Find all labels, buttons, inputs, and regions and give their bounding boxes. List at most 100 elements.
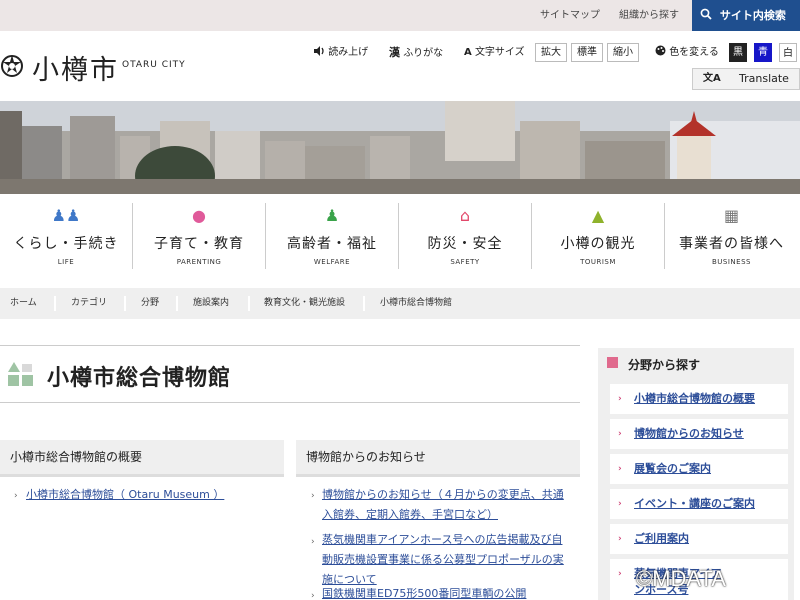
news-link[interactable]: 国鉄機関車ED75形500番同型車輌の公開 [322, 588, 568, 600]
chevron-right-icon: › [618, 569, 622, 579]
elder-walking-icon: ♟ [324, 206, 340, 225]
nav-item-label-en: BUSINESS [712, 258, 751, 266]
house-shield-icon: ⌂ [459, 206, 471, 225]
sitemap-link[interactable]: サイトマップ [540, 0, 600, 31]
sidebar-heading: 分野から探す [628, 358, 701, 372]
top-utility-bar: サイトマップ 組織から探す サイト内検索 [0, 0, 800, 31]
sidebar-item-exhibitions[interactable]: › 展覧会のご案内 [610, 454, 788, 484]
search-icon [700, 8, 716, 22]
sidebar-item-label: 展覧会のご案内 [634, 462, 711, 475]
text-size-small-button[interactable]: 縮小 [607, 43, 639, 62]
family-icon: ♟♟ [51, 206, 81, 225]
change-color-label: 色を変える [669, 47, 719, 58]
color-blue-button[interactable]: 青 [754, 43, 772, 62]
news-overflow-clip: › 国鉄機関車ED75形500番同型車輌の公開 [296, 588, 580, 600]
news-heading: 博物館からのお知らせ [296, 440, 580, 477]
site-search-button[interactable]: サイト内検索 [692, 0, 800, 31]
nav-item-welfare[interactable]: ♟ 高齢者・福祉 WELFARE [266, 203, 399, 269]
chevron-right-icon: › [618, 464, 622, 474]
chevron-right-icon: › [618, 429, 622, 439]
site-search-label: サイト内検索 [719, 9, 786, 22]
city-name-logo[interactable]: 小樽市 [32, 48, 119, 87]
chevron-right-icon: › [618, 534, 622, 544]
sidebar-item-overview[interactable]: › 小樽市総合博物館の概要 [610, 384, 788, 414]
breadcrumb-current: 小樽市総合博物館 [380, 298, 453, 308]
sidebar-item-news[interactable]: › 博物館からのお知らせ [610, 419, 788, 449]
sidebar-item-events[interactable]: › イベント・講座のご案内 [610, 489, 788, 519]
furigana-button[interactable]: 漢 ふりがな [389, 44, 443, 62]
furigana-icon: 漢 [389, 46, 400, 59]
sidebar-item-label: ご利用案内 [634, 532, 689, 545]
chevron-right-icon: › [618, 499, 622, 509]
heading-marker-icon [607, 357, 618, 368]
search-by-org-link[interactable]: 組織から探す [619, 0, 679, 31]
translate-button[interactable]: 文A Translate [692, 68, 800, 90]
change-color-label-group: 色を変える [655, 44, 719, 62]
news-link[interactable]: 博物館からのお知らせ（４月からの変更点、共通入館券、定期入館券、手宮口など） [322, 485, 568, 525]
global-nav: ♟♟ くらし・手続き LIFE ● 子育て・教育 PARENTING ♟ 高齢者… [0, 203, 800, 269]
nav-item-label: くらし・手続き [13, 236, 119, 252]
building-icon: ▦ [723, 206, 740, 225]
page-title: 小樽市総合博物館 [47, 366, 232, 391]
color-white-button[interactable]: 白 [779, 43, 797, 62]
nav-item-label: 防災・安全 [427, 236, 503, 252]
sidebar-item-label: 博物館からのお知らせ [634, 427, 744, 440]
nav-item-label-en: PARENTING [176, 258, 222, 266]
nav-item-parenting[interactable]: ● 子育て・教育 PARENTING [133, 203, 266, 269]
text-size-label-group: A 文字サイズ [464, 44, 525, 62]
breadcrumb: ホーム カテゴリ 分野 施設案内 教育文化・観光施設 小樽市総合博物館 [0, 288, 800, 319]
read-aloud-label: 読み上げ [328, 47, 369, 58]
palette-icon [655, 45, 669, 58]
stroller-icon: ● [192, 206, 206, 225]
chevron-right-icon: › [14, 491, 18, 501]
nav-item-label: 子育て・教育 [154, 236, 244, 252]
breadcrumb-separator [238, 296, 250, 311]
breadcrumb-category[interactable]: カテゴリ [71, 288, 107, 319]
watermark: ©MDATA [636, 566, 726, 591]
chevron-right-icon: › [618, 394, 622, 404]
breadcrumb-education-tourism[interactable]: 教育文化・観光施設 [264, 288, 345, 319]
chevron-right-icon: › [311, 491, 315, 501]
nav-item-label: 高齢者・福祉 [287, 236, 377, 252]
nav-item-safety[interactable]: ⌂ 防災・安全 SAFETY [399, 203, 532, 269]
overview-link[interactable]: 小樽市総合博物館（ Otaru Museum ） [26, 485, 276, 505]
text-size-standard-button[interactable]: 標準 [571, 43, 603, 62]
text-size-large-button[interactable]: 拡大 [535, 43, 567, 62]
breadcrumb-separator [166, 296, 178, 311]
nav-item-label-en: SAFETY [450, 258, 480, 266]
furigana-label: ふりがな [403, 48, 444, 59]
gaslamp-icon: ▲ [591, 206, 605, 225]
nav-item-business[interactable]: ▦ 事業者の皆様へ BUSINESS [665, 203, 798, 269]
breadcrumb-home[interactable]: ホーム [10, 288, 37, 319]
breadcrumb-facility-guide[interactable]: 施設案内 [193, 288, 229, 319]
breadcrumb-separator [114, 296, 126, 311]
nav-item-life[interactable]: ♟♟ くらし・手続き LIFE [0, 203, 133, 269]
text-size-icon: A [464, 47, 472, 58]
nav-item-label: 小樽の観光 [560, 236, 636, 252]
city-emblem-icon[interactable] [0, 52, 24, 80]
text-size-label: 文字サイズ [474, 47, 525, 58]
read-aloud-button[interactable]: 読み上げ [314, 44, 368, 62]
nav-item-label-en: TOURISM [580, 258, 616, 266]
sidebar-item-usage[interactable]: › ご利用案内 [610, 524, 788, 554]
translate-label: Translate [739, 72, 789, 85]
chevron-right-icon: › [311, 537, 315, 547]
speaker-icon [314, 46, 328, 58]
sidebar-item-label: イベント・講座のご案内 [634, 497, 755, 510]
nav-item-label: 事業者の皆様へ [679, 236, 784, 252]
chevron-right-icon: › [311, 591, 315, 600]
overview-heading: 小樽市総合博物館の概要 [0, 440, 284, 477]
news-link[interactable]: 蒸気機関車アイアンホース号への広告掲載及び自動販売機設置事業に係る公募型プロポー… [322, 530, 568, 590]
sidebar-item-label: 小樽市総合博物館の概要 [634, 392, 755, 405]
hero-city-photo [0, 101, 800, 194]
nav-item-label-en: LIFE [57, 258, 75, 266]
breadcrumb-separator [44, 296, 56, 311]
city-name-en: OTARU CITY [122, 60, 186, 70]
translate-icon: 文A [703, 73, 721, 84]
breadcrumb-separator [353, 296, 365, 311]
nav-item-label-en: WELFARE [313, 258, 351, 266]
shapes-icon [8, 362, 34, 386]
nav-item-tourism[interactable]: ▲ 小樽の観光 TOURISM [532, 203, 665, 269]
breadcrumb-field[interactable]: 分野 [141, 288, 159, 319]
color-black-button[interactable]: 黒 [729, 43, 747, 62]
